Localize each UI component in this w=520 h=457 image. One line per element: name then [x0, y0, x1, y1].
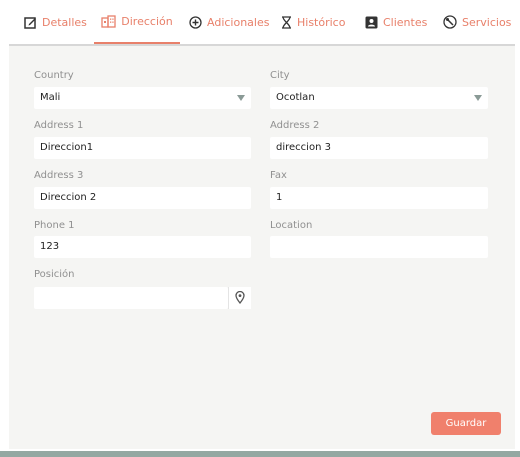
address3-label: Address 3 — [34, 170, 84, 181]
plus-circle-icon — [189, 15, 202, 29]
city-dropdown-caret-icon[interactable] — [474, 95, 482, 101]
tab-label: Clientes — [383, 15, 428, 29]
country-dropdown-caret-icon[interactable] — [237, 95, 245, 101]
tab-label: Adicionales — [207, 15, 270, 29]
tab-label: Detalles — [42, 15, 87, 29]
bottom-bar — [0, 451, 520, 457]
city-select[interactable]: Ocotlan — [270, 87, 488, 109]
address1-label: Address 1 — [34, 120, 84, 131]
tab-adicionales[interactable]: Adicionales — [189, 0, 269, 44]
location-field[interactable] — [270, 236, 488, 258]
phone1-label: Phone 1 — [34, 220, 75, 231]
edit-icon — [24, 16, 37, 29]
address-form-panel: Country Mali City Ocotlan Address 1 Dire… — [9, 46, 515, 449]
building-icon — [101, 14, 116, 28]
posicion-label: Posición — [34, 269, 75, 280]
tab-clientes[interactable]: Clientes — [365, 0, 427, 44]
address3-field[interactable]: Direccion 2 — [34, 187, 251, 209]
country-select[interactable]: Mali — [34, 87, 251, 109]
city-label: City — [270, 70, 290, 81]
tab-historico[interactable]: Histórico — [281, 0, 345, 44]
address2-field[interactable]: direccion 3 — [270, 137, 488, 159]
fax-field[interactable]: 1 — [270, 187, 488, 209]
fax-label: Fax — [270, 170, 287, 181]
map-pin-button[interactable] — [228, 287, 251, 309]
map-pin-icon — [235, 289, 245, 308]
tab-label: Histórico — [297, 15, 346, 29]
country-value: Mali — [40, 92, 61, 103]
tab-detalles[interactable]: Detalles — [24, 0, 87, 44]
tab-bar: Detalles Dirección Adicionales Histórico… — [0, 0, 520, 45]
location-label: Location — [270, 220, 313, 231]
country-label: Country — [34, 70, 74, 81]
phone1-field[interactable]: 123 — [34, 236, 251, 258]
address2-label: Address 2 — [270, 120, 320, 131]
hourglass-icon — [281, 15, 292, 29]
tab-servicios[interactable]: Servicios — [443, 0, 511, 44]
posicion-field[interactable] — [34, 287, 228, 309]
services-icon — [443, 15, 457, 29]
city-value: Ocotlan — [276, 92, 315, 103]
tab-label: Dirección — [121, 14, 173, 28]
tab-direccion[interactable]: Dirección — [94, 0, 180, 45]
address1-field[interactable]: Direccion1 — [34, 137, 251, 159]
contact-card-icon — [365, 16, 378, 29]
save-button[interactable]: Guardar — [431, 412, 501, 435]
tab-label: Servicios — [462, 15, 512, 29]
